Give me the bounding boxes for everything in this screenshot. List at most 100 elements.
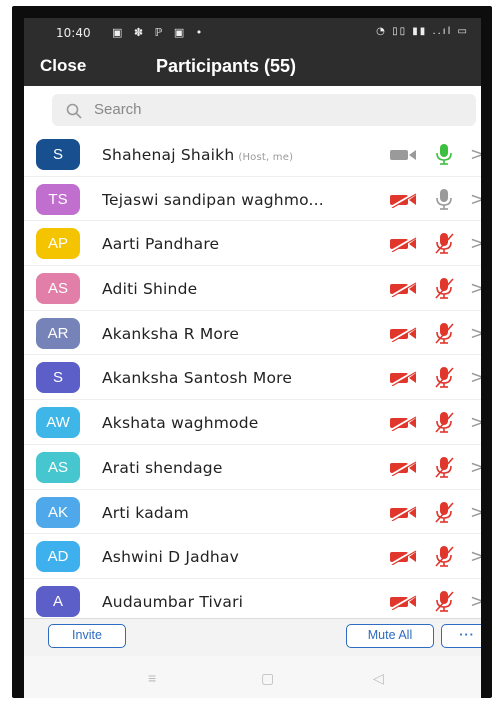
more-button[interactable]: ··· (441, 624, 481, 648)
search-container: Search (24, 86, 481, 130)
participant-name: Akshata waghmode (102, 414, 258, 432)
mute-all-button[interactable]: Mute All (346, 624, 434, 648)
avatar: AP (36, 228, 80, 260)
participant-name: Arati shendage (102, 459, 223, 477)
mic-muted-icon[interactable] (434, 276, 454, 300)
video-off-icon[interactable] (388, 281, 418, 298)
participant-row[interactable]: AS Arati shendage > (24, 445, 481, 490)
back-icon[interactable]: ◁ (373, 670, 384, 687)
avatar: A (36, 585, 80, 617)
participant-row[interactable]: AW Akshata waghmode > (24, 400, 481, 445)
participant-name-text: Tejaswi sandipan waghmo... (102, 190, 324, 209)
participant-name-text: Arati shendage (102, 458, 223, 477)
participant-row[interactable]: A Audaumbar Tivari > (24, 579, 481, 624)
avatar: AR (36, 317, 80, 349)
invite-button[interactable]: Invite (48, 624, 126, 648)
status-bar: 10:40 ▣ ✽ ℙ ▣ • ◔ ▯▯ ▮▮ ..ıl ▭ (24, 18, 481, 46)
video-off-icon[interactable] (388, 415, 418, 432)
footer-bar: Invite Mute All ··· (24, 618, 481, 657)
app-screen: 10:40 ▣ ✽ ℙ ▣ • ◔ ▯▯ ▮▮ ..ıl ▭ Close Par… (24, 18, 481, 698)
participant-name-text: Arti kadam (102, 503, 189, 522)
participant-row[interactable]: AP Aarti Pandhare > (24, 221, 481, 267)
avatar: AS (36, 273, 80, 305)
mic-muted-icon[interactable] (434, 321, 454, 345)
chevron-right-icon[interactable]: > (470, 591, 481, 612)
chevron-right-icon[interactable]: > (470, 233, 481, 254)
participant-name: Akanksha R More (102, 325, 239, 343)
page-title: Participants (55) (156, 56, 297, 76)
participant-list: S Shahenaj Shaikh (Host, me) > TS Tejaswi san… (24, 132, 481, 624)
notification-icons: ▣ ✽ ℙ ▣ • (112, 26, 207, 39)
participant-row[interactable]: AK Arti kadam > (24, 490, 481, 535)
avatar: S (36, 139, 80, 170)
mic-muted-icon[interactable] (434, 455, 454, 479)
chevron-right-icon[interactable]: > (470, 457, 481, 478)
participant-row[interactable]: S Akanksha Santosh More > (24, 355, 481, 401)
video-off-icon[interactable] (388, 549, 418, 566)
mic-muted-icon[interactable] (434, 410, 454, 434)
phone-bezel: 10:40 ▣ ✽ ℙ ▣ • ◔ ▯▯ ▮▮ ..ıl ▭ Close Par… (12, 6, 492, 698)
participant-name-text: Ashwini D Jadhav (102, 548, 240, 567)
chevron-right-icon[interactable]: > (470, 546, 481, 567)
avatar: AS (36, 451, 80, 483)
mic-muted-icon[interactable] (434, 589, 454, 613)
mic-muted-icon[interactable] (434, 500, 454, 524)
search-placeholder: Search (94, 101, 142, 118)
home-icon[interactable]: ▢ (261, 670, 274, 687)
video-off-icon[interactable] (388, 325, 418, 342)
mic-muted-icon[interactable] (434, 231, 454, 255)
video-off-icon[interactable] (388, 236, 418, 253)
participant-row[interactable]: TS Tejaswi sandipan waghmo... > (24, 177, 481, 222)
android-nav-bar: ≡ ▢ ◁ (24, 656, 481, 698)
participant-name: Aarti Pandhare (102, 235, 219, 253)
video-off-icon[interactable] (388, 370, 418, 387)
participant-row[interactable]: AD Ashwini D Jadhav > (24, 534, 481, 579)
avatar: AW (36, 407, 80, 439)
participant-name: Shahenaj Shaikh (Host, me) (102, 146, 293, 164)
status-time: 10:40 (56, 26, 91, 40)
avatar: TS (36, 183, 80, 215)
participant-name-text: Akshata waghmode (102, 414, 259, 433)
avatar: AD (36, 541, 80, 573)
header-bar: 10:40 ▣ ✽ ℙ ▣ • ◔ ▯▯ ▮▮ ..ıl ▭ Close Par… (24, 18, 481, 86)
participant-name-text: Aditi Shinde (102, 280, 198, 299)
participant-row[interactable]: S Shahenaj Shaikh (Host, me) > (24, 132, 481, 177)
chevron-right-icon[interactable]: > (470, 144, 481, 165)
avatar: S (36, 362, 80, 394)
signal-battery-icons: ◔ ▯▯ ▮▮ ..ıl ▭ (376, 26, 469, 37)
participant-name: Audaumbar Tivari (102, 593, 243, 611)
chevron-right-icon[interactable]: > (470, 323, 481, 344)
video-on-icon[interactable] (388, 147, 418, 163)
participant-name-text: Aarti Pandhare (102, 235, 220, 254)
chevron-right-icon[interactable]: > (470, 412, 481, 433)
mic-muted-icon[interactable] (434, 544, 454, 568)
participant-name-text: Shahenaj Shaikh (102, 146, 235, 164)
menu-icon[interactable]: ≡ (148, 670, 156, 686)
participant-name-text: Audaumbar Tivari (102, 592, 244, 611)
participant-name-text: Akanksha Santosh More (102, 369, 293, 388)
participant-name: Ashwini D Jadhav (102, 548, 239, 566)
participant-name: Akanksha Santosh More (102, 369, 292, 387)
chevron-right-icon[interactable]: > (470, 189, 481, 210)
participant-name-text: Akanksha R More (102, 324, 240, 343)
video-off-icon[interactable] (388, 191, 418, 208)
video-off-icon[interactable] (388, 594, 418, 610)
chevron-right-icon[interactable]: > (470, 278, 481, 299)
video-off-icon[interactable] (388, 459, 418, 476)
chevron-right-icon[interactable]: > (470, 367, 481, 388)
search-icon (66, 103, 82, 119)
video-off-icon[interactable] (388, 504, 418, 521)
screenshot-frame: 10:40 ▣ ✽ ℙ ▣ • ◔ ▯▯ ▮▮ ..ıl ▭ Close Par… (0, 0, 502, 704)
participant-name: Tejaswi sandipan waghmo... (102, 191, 324, 209)
avatar: AK (36, 496, 80, 528)
participant-role-tag: (Host, me) (238, 152, 294, 163)
chevron-right-icon[interactable]: > (470, 502, 481, 523)
mic-icon[interactable] (434, 142, 454, 166)
participant-row[interactable]: AS Aditi Shinde > (24, 266, 481, 311)
mic-icon[interactable] (434, 187, 454, 211)
participant-row[interactable]: AR Akanksha R More > (24, 311, 481, 356)
close-button[interactable]: Close (40, 56, 86, 76)
search-input[interactable]: Search (52, 94, 476, 126)
mic-muted-icon[interactable] (434, 365, 454, 389)
participant-name: Aditi Shinde (102, 280, 197, 298)
